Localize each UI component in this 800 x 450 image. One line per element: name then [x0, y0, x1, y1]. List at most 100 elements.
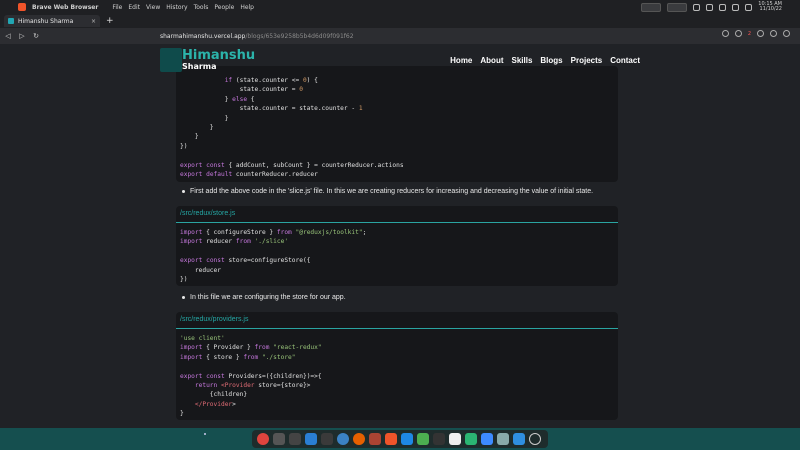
- wifi-icon[interactable]: [732, 3, 740, 11]
- logo-subtitle[interactable]: Sharma: [182, 62, 217, 71]
- tray-app-chrome-icon[interactable]: [641, 2, 662, 12]
- site-header: Himanshu Sharma Home About Skills Blogs …: [160, 48, 640, 76]
- appstore-icon[interactable]: [481, 433, 493, 445]
- taskbar: [0, 428, 800, 450]
- store-icon[interactable]: [321, 433, 333, 445]
- logo-title[interactable]: Himanshu: [182, 48, 255, 63]
- extension-icon[interactable]: [757, 30, 764, 37]
- clock-date: 11/10/22: [759, 6, 782, 12]
- video-icon[interactable]: [369, 433, 381, 445]
- terminal-icon[interactable]: [433, 433, 445, 445]
- battery-icon[interactable]: [745, 3, 753, 11]
- nav-about[interactable]: About: [480, 56, 503, 65]
- paragraph-store: In this file we are configuring the stor…: [190, 294, 346, 301]
- site-nav: Home About Skills Blogs Projects Contact: [450, 56, 640, 65]
- code-line: }: [180, 410, 184, 418]
- code-line: state.counter = state.counter - 1: [180, 105, 363, 113]
- code-line: import { store } from "./store": [180, 353, 296, 361]
- tab-close-icon[interactable]: ×: [91, 18, 96, 25]
- shield-count-badge: 2: [747, 30, 751, 37]
- nav-home[interactable]: Home: [450, 56, 472, 65]
- volume-icon[interactable]: [706, 3, 714, 11]
- list-item: In this file we are configuring the stor…: [182, 294, 346, 301]
- app-icon[interactable]: [417, 433, 429, 445]
- new-tab-button[interactable]: +: [106, 16, 114, 26]
- code-line: }: [180, 124, 214, 132]
- list-item: First add the above code in the 'slice.j…: [182, 188, 593, 195]
- code-block-store: /src/redux/store.js import { configureSt…: [176, 206, 618, 286]
- code-line: } else {: [180, 95, 255, 103]
- tray-app-terminal-icon[interactable]: [667, 2, 688, 12]
- editor-icon[interactable]: [497, 433, 509, 445]
- url-host: sharmahimanshu.vercel.app: [160, 32, 246, 40]
- menu-help[interactable]: Help: [240, 4, 254, 11]
- site-logo-icon[interactable]: [160, 48, 182, 72]
- brave-icon[interactable]: [385, 433, 397, 445]
- tab-strip: Himanshu Sharma × +: [0, 14, 800, 28]
- tab-title: Himanshu Sharma: [18, 17, 74, 25]
- code-line: {children}: [180, 391, 248, 399]
- dock: [252, 430, 548, 448]
- menu-people[interactable]: People: [214, 4, 234, 11]
- code-line: </Provider>: [194, 400, 236, 408]
- back-button[interactable]: ◁: [2, 32, 14, 40]
- code-line: if (state.counter <= 0) {: [224, 77, 318, 84]
- code-line: export const Providers=({children})=>{: [180, 372, 322, 380]
- code-line: }: [180, 114, 229, 122]
- bullet-dot: [182, 190, 185, 193]
- code-line: reducer: [180, 266, 221, 274]
- forward-button[interactable]: ▷: [16, 32, 28, 40]
- nav-projects[interactable]: Projects: [571, 56, 603, 65]
- code-line: import { Provider } from "react-redux": [180, 344, 322, 352]
- system-tray: 10:15 AM 11/10/22: [641, 0, 782, 14]
- nav-contact[interactable]: Contact: [610, 56, 640, 65]
- code-line: return <Provider store={store}>: [194, 382, 311, 390]
- menu-tools[interactable]: Tools: [194, 4, 209, 11]
- bullet-dot: [182, 296, 185, 299]
- file-icon[interactable]: [513, 433, 525, 445]
- toolbar-extensions: 2: [721, 30, 790, 37]
- settings-icon[interactable]: [289, 433, 301, 445]
- brave-shield-icon[interactable]: [734, 30, 742, 37]
- code-block-slice: if (state.counter <= 0) { state.counter …: [176, 66, 618, 182]
- vscode-icon[interactable]: [401, 433, 413, 445]
- url-path: /blogs/653e9258b5b4d6d09f091f62: [245, 32, 354, 40]
- nav-skills[interactable]: Skills: [512, 56, 533, 65]
- clock[interactable]: 10:15 AM 11/10/22: [758, 2, 782, 12]
- code-line: import { configureStore } from "@reduxjs…: [180, 229, 367, 236]
- share-icon[interactable]: [721, 30, 729, 37]
- app-name: Brave Web Browser: [32, 3, 99, 11]
- code-line: 'use client': [180, 335, 225, 342]
- bluetooth-icon[interactable]: [719, 3, 727, 11]
- document-icon[interactable]: [449, 433, 461, 445]
- menu-history[interactable]: History: [166, 4, 187, 11]
- more-apps-icon[interactable]: [529, 433, 541, 445]
- code-store: import { configureStore } from "@reduxjs…: [176, 223, 618, 286]
- app-menu-bar: File Edit View History Tools People Help: [112, 4, 254, 11]
- paragraph-slice: First add the above code in the 'slice.j…: [190, 188, 594, 195]
- wallet-icon[interactable]: [770, 30, 777, 37]
- web-page: if (state.counter <= 0) { state.counter …: [0, 44, 800, 428]
- reload-button[interactable]: ↻: [30, 32, 42, 40]
- menu-edit[interactable]: Edit: [128, 4, 140, 11]
- brave-logo-icon[interactable]: [18, 3, 26, 11]
- files-icon[interactable]: [305, 433, 317, 445]
- address-bar[interactable]: sharmahimanshu.vercel.app /blogs/653e925…: [160, 30, 630, 42]
- code-line: }: [180, 133, 199, 141]
- firefox-icon[interactable]: [353, 433, 365, 445]
- menu-icon[interactable]: [783, 30, 790, 37]
- launcher-icon[interactable]: [257, 433, 269, 445]
- nav-blogs[interactable]: Blogs: [540, 56, 562, 65]
- chromium-icon[interactable]: [337, 433, 349, 445]
- code-line: }): [180, 142, 188, 150]
- file-name-store: /src/redux/store.js: [176, 206, 618, 223]
- android-studio-icon[interactable]: [465, 433, 477, 445]
- code-line: }): [180, 276, 188, 284]
- tab-himanshu-sharma[interactable]: Himanshu Sharma ×: [4, 15, 100, 27]
- menu-view[interactable]: View: [146, 4, 160, 11]
- app-grid-icon[interactable]: [273, 433, 285, 445]
- menu-file[interactable]: File: [112, 4, 122, 11]
- code-line: state.counter = 0: [180, 86, 303, 94]
- network-icon[interactable]: [693, 3, 701, 11]
